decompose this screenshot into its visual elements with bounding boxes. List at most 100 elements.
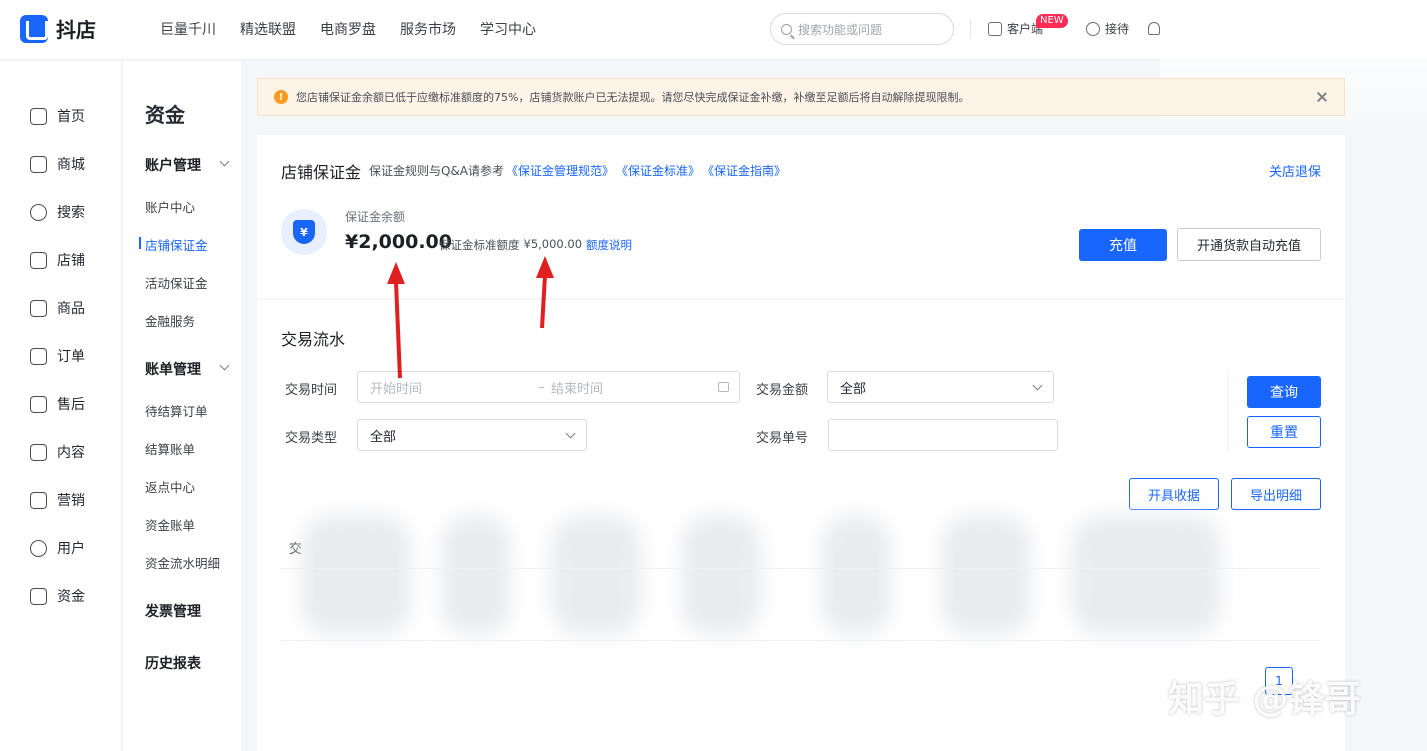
submenu-item-shop-deposit[interactable]: 店铺保证金 [139,235,208,254]
amount-select[interactable]: 全部 [827,371,1054,403]
store-icon [30,155,47,173]
sidebar-item-users[interactable]: 用户 [30,538,85,558]
sidebar-item-label: 订单 [57,349,85,365]
sidebar-item-label: 营销 [57,493,85,509]
sidebar: 首页 商城 搜索 店铺 商品 订单 售后 内容 营销 用户 资金 [0,61,122,751]
submenu-group-history[interactable]: 历史报表 [145,653,201,673]
nav-item-learning[interactable]: 学习中心 [480,19,536,39]
deposit-title: 店铺保证金 [281,163,362,182]
calendar-icon [718,382,729,392]
sidebar-item-label: 用户 [57,541,85,557]
megaphone-icon [30,491,47,509]
blurred-cell [551,515,641,635]
order-no-input[interactable] [828,419,1058,451]
bell-icon[interactable] [1148,22,1160,35]
standard-label: 保证金标准额度 [439,238,520,252]
blurred-cell [681,515,761,635]
submenu: 资金 账户管理 账户中心 店铺保证金 活动保证金 金融服务 账单管理 待结算订单… [123,61,241,751]
logo-icon [20,14,48,43]
amount-selected: 全部 [840,381,867,397]
reception-button[interactable]: 接待 [1086,20,1129,37]
submenu-title: 资金 [145,103,185,127]
group-label: 账单管理 [145,362,201,378]
tv-icon [30,443,47,461]
table-divider [281,640,1321,641]
search-placeholder: 搜索功能或问题 [798,22,883,37]
home-icon [30,107,47,125]
download-icon [988,21,1002,36]
return-icon [30,395,47,413]
issue-receipt-button[interactable]: 开具收据 [1129,478,1219,510]
blurred-cell [821,515,891,635]
order-icon [30,347,47,365]
reception-label: 接待 [1105,22,1130,36]
submenu-item-fund-flow[interactable]: 资金流水明细 [145,553,220,572]
submenu-item-activity-deposit[interactable]: 活动保证金 [145,273,208,292]
recharge-button[interactable]: 充值 [1079,229,1167,261]
export-details-button[interactable]: 导出明细 [1231,478,1321,510]
logo[interactable]: 抖店 [20,14,96,43]
transactions-title: 交易流水 [281,330,346,349]
standard-value: ¥5,000.00 [523,237,583,251]
group-label: 账户管理 [145,158,201,174]
time-label: 交易时间 [285,383,338,398]
submenu-item-fund-bill[interactable]: 资金账单 [145,515,195,534]
link-deposit-guide[interactable]: 《保证金指南》 [702,162,786,179]
sidebar-item-funds[interactable]: 资金 [30,586,85,606]
headset-icon [1086,21,1100,36]
nav-item-alliance[interactable]: 精选联盟 [240,19,296,39]
standard-quota: 保证金标准额度 ¥5,000.00 额度说明 [439,237,632,253]
sidebar-item-label: 售后 [57,397,85,413]
query-button[interactable]: 查询 [1247,376,1321,408]
shield-symbol: ¥ [293,220,315,244]
top-nav: 巨量千川 精选联盟 电商罗盘 服务市场 学习中心 [160,19,536,39]
close-shop-refund-link[interactable]: 关店退保 [1269,161,1321,180]
blurred-cell [301,515,411,635]
deposit-reference: 保证金规则与Q&A请参考 《保证金管理规范》 《保证金标准》 《保证金指南》 [369,162,786,179]
sidebar-item-shop[interactable]: 店铺 [30,250,85,270]
sidebar-item-orders[interactable]: 订单 [30,346,85,366]
auto-recharge-button[interactable]: 开通货款自动充值 [1177,228,1321,261]
submenu-group-bills[interactable]: 账单管理 [145,359,230,379]
submenu-item-settlement[interactable]: 结算账单 [145,439,195,458]
close-icon[interactable] [1316,91,1328,103]
sidebar-item-search[interactable]: 搜索 [30,202,85,222]
link-deposit-rules[interactable]: 《保证金管理规范》 [506,162,614,179]
quota-explain-link[interactable]: 额度说明 [586,237,632,253]
sidebar-item-label: 商城 [57,157,85,173]
sidebar-item-home[interactable]: 首页 [30,106,85,126]
sidebar-item-marketing[interactable]: 营销 [30,490,85,510]
header-divider [970,20,971,38]
new-badge: NEW [1036,14,1068,28]
search-input[interactable]: 搜索功能或问题 [770,13,954,45]
nav-item-qianchuan[interactable]: 巨量千川 [160,19,216,39]
submenu-group-invoice[interactable]: 发票管理 [145,601,201,621]
warning-icon: ! [274,90,288,104]
sidebar-item-label: 店铺 [57,253,85,269]
sidebar-item-content[interactable]: 内容 [30,442,85,462]
link-deposit-standard[interactable]: 《保证金标准》 [616,162,700,179]
nav-item-compass[interactable]: 电商罗盘 [320,19,376,39]
sidebar-item-mall[interactable]: 商城 [30,154,85,174]
reset-button[interactable]: 重置 [1247,416,1321,448]
type-select[interactable]: 全部 [357,419,587,451]
blurred-cell [1071,515,1221,635]
date-range-picker[interactable]: 开始时间 – 结束时间 [357,371,740,403]
submenu-item-finance[interactable]: 金融服务 [145,311,195,330]
search-icon [781,23,792,35]
shop-icon [30,251,47,269]
client-download-button[interactable]: 客户端 [988,20,1043,37]
nav-item-service-market[interactable]: 服务市场 [400,19,456,39]
sidebar-item-products[interactable]: 商品 [30,298,85,318]
filter-divider [1228,370,1229,452]
deposit-card: 店铺保证金 保证金规则与Q&A请参考 《保证金管理规范》 《保证金标准》 《保证… [257,135,1345,298]
submenu-item-rebate[interactable]: 返点中心 [145,477,195,496]
sidebar-item-aftersales[interactable]: 售后 [30,394,85,414]
range-separator: – [538,379,545,395]
amount-label: 交易金额 [756,383,809,398]
submenu-item-pending-orders[interactable]: 待结算订单 [145,401,208,420]
submenu-item-account-center[interactable]: 账户中心 [145,197,195,216]
submenu-group-account[interactable]: 账户管理 [145,155,230,175]
start-time-placeholder: 开始时间 [370,381,423,397]
watermark: 知乎 @锋哥 [1168,679,1361,720]
